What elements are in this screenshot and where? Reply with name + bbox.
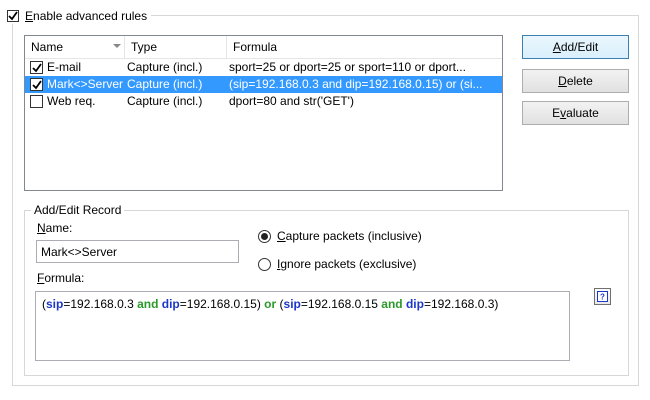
formula-token: and (381, 297, 403, 311)
svg-text:?: ? (600, 293, 605, 302)
rules-list[interactable]: Name Type Formula E-mail Capture (incl.) s… (24, 35, 503, 191)
ignore-packets-radio[interactable]: Ignore packets (exclusive) (258, 256, 416, 272)
formula-token: =192.168.0.3) (423, 297, 499, 311)
rule-type-cell: Capture (incl.) (127, 60, 203, 74)
rule-formula-cell: sport=25 or dport=25 or sport=110 or dpo… (229, 60, 466, 74)
rule-enabled-checkbox[interactable] (30, 78, 43, 91)
rule-formula-cell: dport=80 and str('GET') (229, 94, 354, 108)
rules-list-header: Name Type Formula (25, 36, 502, 59)
name-label: Name: (37, 221, 73, 235)
rule-type-cell: Capture (incl.) (127, 77, 203, 91)
formula-editor[interactable]: (sip=192.168.0.3 and dip=192.168.0.15) o… (35, 291, 570, 361)
delete-button-label: Delete (558, 74, 593, 88)
capture-packets-label: Capture packets (inclusive) (277, 229, 422, 243)
rule-row[interactable]: E-mail Capture (incl.) sport=25 or dport=2… (25, 59, 502, 76)
name-input[interactable] (36, 240, 239, 263)
formula-token: ( (276, 297, 284, 311)
formula-token: sip (46, 297, 64, 311)
formula-token: =192.168.0.15) (179, 297, 265, 311)
help-button[interactable]: ? (594, 288, 611, 305)
help-icon: ? (597, 291, 608, 302)
column-header-name[interactable]: Name (25, 36, 125, 58)
evaluate-button-label: Evaluate (552, 106, 599, 120)
formula-token: dip (161, 297, 180, 311)
radio-selected-icon (258, 229, 271, 243)
enable-advanced-rules-label: Enable advanced rules (25, 9, 148, 23)
formula-token: and (137, 297, 159, 311)
formula-token: sip (283, 297, 301, 311)
ignore-packets-label: Ignore packets (exclusive) (277, 257, 417, 271)
rule-name-cell: E-mail (47, 60, 82, 74)
evaluate-button[interactable]: Evaluate (522, 101, 629, 125)
add-edit-record-title: Add/Edit Record (31, 203, 125, 217)
capture-packets-radio[interactable]: Capture packets (inclusive) (258, 228, 422, 244)
formula-token: dip (405, 297, 424, 311)
column-type-label: Type (131, 40, 158, 54)
radio-unselected-icon (258, 257, 271, 271)
rule-name-cell: Web req. (47, 94, 96, 108)
sort-arrow-icon (113, 44, 121, 48)
rule-type-cell: Capture (incl.) (127, 94, 203, 108)
checkmark-icon (7, 10, 19, 22)
rule-enabled-checkbox[interactable] (30, 61, 43, 74)
column-formula-label: Formula (233, 40, 278, 54)
rule-row[interactable]: Web req. Capture (incl.) dport=80 and str(… (25, 93, 502, 110)
enable-advanced-rules-checkbox[interactable]: Enable advanced rules (7, 8, 152, 24)
add-edit-button[interactable]: Add/Edit (522, 35, 629, 59)
formula-token: =192.168.0.3 (63, 297, 138, 311)
rule-row[interactable]: Mark<>Server Capture (incl.) (sip=192.168.… (25, 76, 502, 93)
rule-name-cell: Mark<>Server (47, 77, 124, 91)
formula-token: =192.168.0.15 (300, 297, 382, 311)
add-edit-button-label: Add/Edit (552, 40, 599, 54)
delete-button[interactable]: Delete (522, 69, 629, 93)
column-name-label: Name (31, 40, 64, 54)
rule-enabled-checkbox[interactable] (30, 95, 43, 108)
formula-token: or (264, 297, 277, 311)
column-header-type[interactable]: Type (125, 36, 227, 58)
formula-label: Formula: (37, 271, 85, 285)
rule-formula-cell: (sip=192.168.0.3 and dip=192.168.0.15) o… (229, 77, 483, 91)
column-header-formula[interactable]: Formula (227, 36, 502, 58)
